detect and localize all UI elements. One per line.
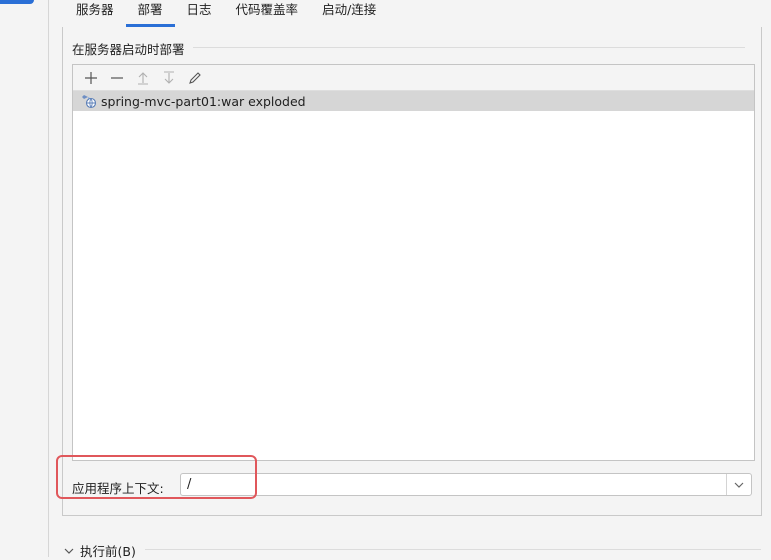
chevron-down-icon <box>64 548 74 554</box>
left-sidebar <box>0 0 49 557</box>
tab-deployment[interactable]: 部署 <box>125 0 175 27</box>
sidebar-selected-indicator <box>0 0 34 4</box>
edit-icon[interactable] <box>182 68 208 88</box>
application-context-input[interactable] <box>181 474 726 495</box>
application-context-combobox <box>180 473 752 496</box>
list-item[interactable]: spring-mvc-part01:war exploded <box>73 91 754 111</box>
before-launch-separator <box>145 549 761 550</box>
before-launch-toggle[interactable]: 执行前(B) <box>64 541 136 560</box>
artifact-toolbar <box>73 65 754 91</box>
chevron-down-icon[interactable] <box>726 474 751 495</box>
tab-server[interactable]: 服务器 <box>64 0 126 27</box>
artifact-label: spring-mvc-part01:war exploded <box>101 93 306 109</box>
tab-bar: 服务器 部署 日志 代码覆盖率 启动/连接 <box>64 0 388 27</box>
deploy-group-title: 在服务器启动时部署 <box>72 39 193 58</box>
move-up-icon[interactable] <box>130 68 156 88</box>
deployment-panel: 在服务器启动时部署 spring-mvc-part01:war exploded… <box>62 27 762 516</box>
before-launch-label: 执行前(B) <box>80 544 136 559</box>
application-context-label: 应用程序上下文: <box>72 481 164 496</box>
artifact-icon <box>81 93 97 109</box>
add-icon[interactable] <box>78 68 104 88</box>
move-down-icon[interactable] <box>156 68 182 88</box>
remove-icon[interactable] <box>104 68 130 88</box>
tab-code-coverage[interactable]: 代码覆盖率 <box>224 0 311 27</box>
artifact-list: spring-mvc-part01:war exploded <box>72 64 755 461</box>
tab-logs[interactable]: 日志 <box>175 0 224 27</box>
tab-startup-connection[interactable]: 启动/连接 <box>310 0 388 27</box>
